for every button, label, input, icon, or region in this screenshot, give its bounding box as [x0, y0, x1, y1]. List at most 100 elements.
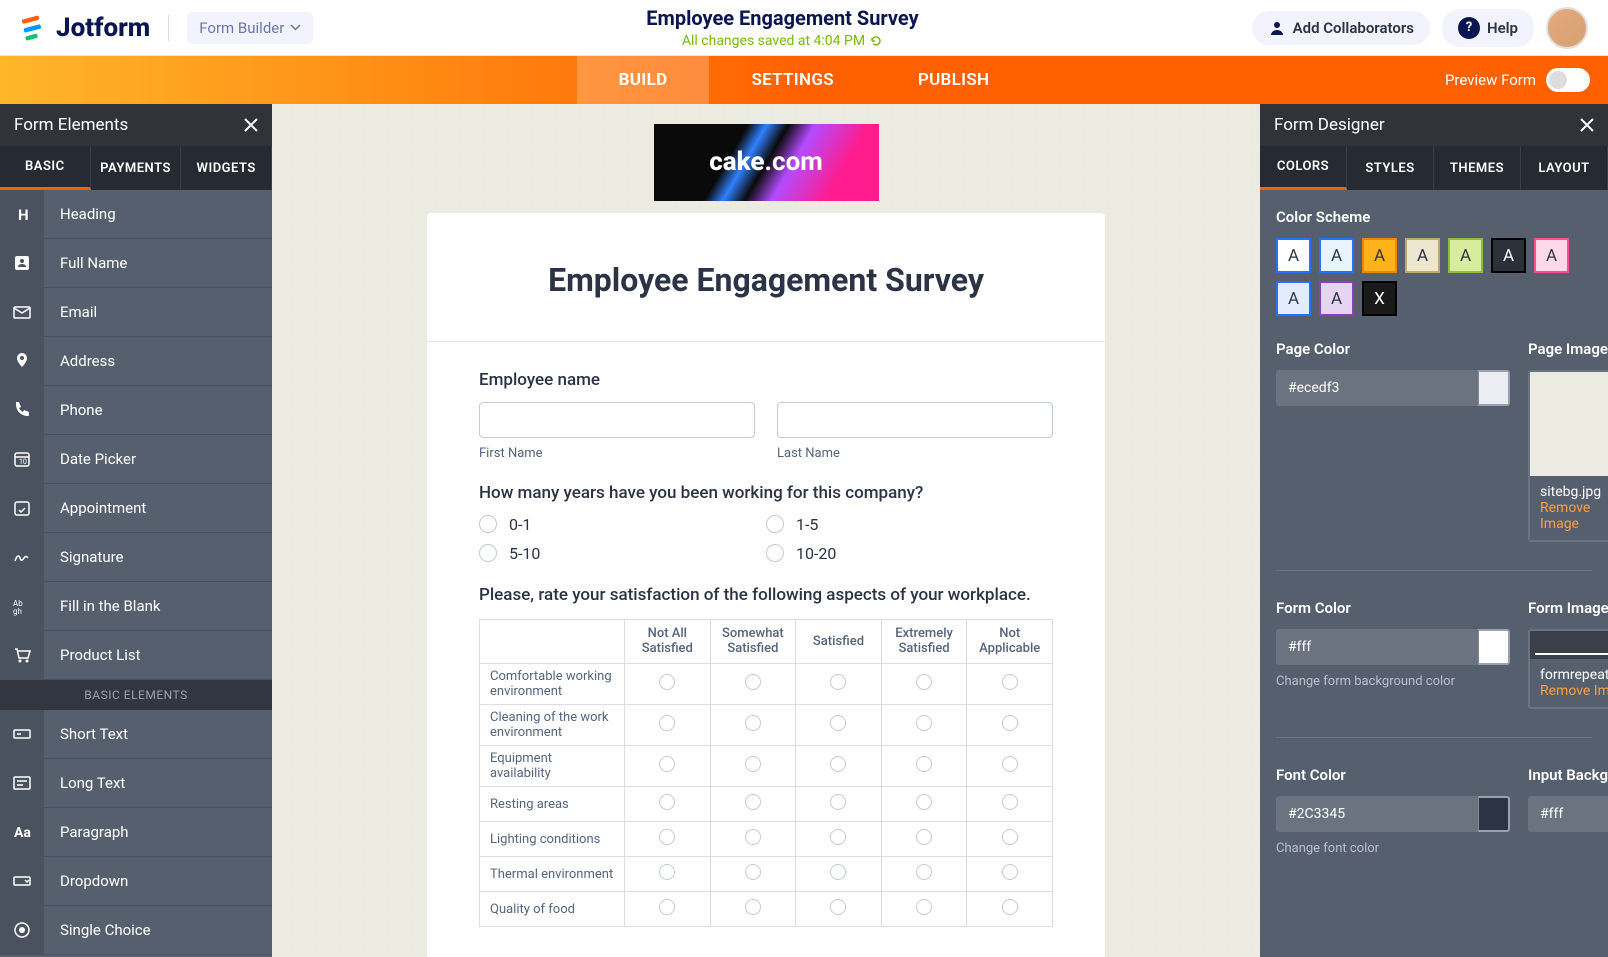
remove-form-image-link[interactable]: Remove Image: [1540, 683, 1608, 699]
radio-option[interactable]: 1-5: [766, 515, 1053, 534]
right-tab-styles[interactable]: STYLES: [1347, 146, 1434, 190]
color-swatch[interactable]: A: [1448, 238, 1483, 273]
element-short-text[interactable]: Short Text: [0, 710, 272, 759]
matrix-cell[interactable]: [710, 787, 796, 822]
form-color-field[interactable]: [1276, 629, 1478, 665]
matrix-cell[interactable]: [881, 705, 967, 746]
element-full-name[interactable]: Full Name: [0, 239, 272, 288]
element-phone[interactable]: Phone: [0, 386, 272, 435]
element-heading[interactable]: HHeading: [0, 190, 272, 239]
toggle-switch[interactable]: [1546, 68, 1590, 92]
color-swatch[interactable]: A: [1405, 238, 1440, 273]
matrix-cell[interactable]: [881, 787, 967, 822]
element-email[interactable]: Email: [0, 288, 272, 337]
right-tab-layout[interactable]: LAYOUT: [1521, 146, 1608, 190]
preview-form-toggle[interactable]: Preview Form: [1445, 68, 1590, 92]
radio-option[interactable]: 10-20: [766, 544, 1053, 563]
matrix-cell[interactable]: [625, 787, 711, 822]
matrix-cell[interactable]: [796, 787, 882, 822]
color-swatch[interactable]: A: [1319, 281, 1354, 316]
color-chip[interactable]: [1478, 629, 1510, 665]
matrix-cell[interactable]: [796, 705, 882, 746]
page-color-input[interactable]: [1276, 370, 1510, 406]
form-logo-image[interactable]: cake.com: [654, 124, 879, 201]
radio-option[interactable]: 5-10: [479, 544, 766, 563]
color-swatch[interactable]: A: [1362, 238, 1397, 273]
matrix-cell[interactable]: [710, 892, 796, 927]
right-tab-colors[interactable]: COLORS: [1260, 146, 1347, 190]
matrix-cell[interactable]: [967, 857, 1053, 892]
add-collaborators-button[interactable]: Add Collaborators: [1252, 11, 1430, 45]
matrix-cell[interactable]: [881, 746, 967, 787]
matrix-cell[interactable]: [625, 705, 711, 746]
tab-publish[interactable]: PUBLISH: [876, 56, 1031, 104]
page-image-box[interactable]: sitebg.jpg Remove Image: [1528, 370, 1608, 542]
element-date-picker[interactable]: 10Date Picker: [0, 435, 272, 484]
matrix-cell[interactable]: [967, 746, 1053, 787]
close-icon[interactable]: [1576, 114, 1598, 136]
undo-icon[interactable]: [869, 34, 883, 48]
matrix-cell[interactable]: [796, 664, 882, 705]
input-bg-field[interactable]: [1528, 796, 1608, 832]
tab-build[interactable]: BUILD: [577, 56, 710, 104]
form-image-box[interactable]: formrepeat.png Remove Image: [1528, 629, 1608, 709]
matrix-cell[interactable]: [881, 822, 967, 857]
matrix-cell[interactable]: [625, 892, 711, 927]
element-single-choice[interactable]: Single Choice: [0, 906, 272, 955]
matrix-cell[interactable]: [625, 857, 711, 892]
element-appointment[interactable]: Appointment: [0, 484, 272, 533]
avatar[interactable]: [1546, 7, 1588, 49]
element-fill-in-the-blank[interactable]: AbghFill in the Blank: [0, 582, 272, 631]
matrix-cell[interactable]: [625, 746, 711, 787]
matrix-cell[interactable]: [967, 787, 1053, 822]
element-dropdown[interactable]: Dropdown: [0, 857, 272, 906]
tab-settings[interactable]: SETTINGS: [709, 56, 875, 104]
color-swatch[interactable]: A: [1319, 238, 1354, 273]
matrix-cell[interactable]: [710, 746, 796, 787]
matrix-cell[interactable]: [967, 892, 1053, 927]
matrix-cell[interactable]: [967, 705, 1053, 746]
right-tab-themes[interactable]: THEMES: [1434, 146, 1521, 190]
element-signature[interactable]: Signature: [0, 533, 272, 582]
matrix-cell[interactable]: [796, 857, 882, 892]
help-button[interactable]: ? Help: [1442, 9, 1534, 47]
left-tab-payments[interactable]: PAYMENTS: [91, 146, 182, 190]
matrix-cell[interactable]: [796, 746, 882, 787]
matrix-cell[interactable]: [710, 822, 796, 857]
matrix-cell[interactable]: [796, 822, 882, 857]
matrix-cell[interactable]: [881, 892, 967, 927]
matrix-cell[interactable]: [710, 705, 796, 746]
element-long-text[interactable]: Long Text: [0, 759, 272, 808]
remove-page-image-link[interactable]: Remove Image: [1540, 500, 1601, 532]
left-tab-widgets[interactable]: WIDGETS: [181, 146, 272, 190]
last-name-input[interactable]: [777, 402, 1053, 438]
font-color-input[interactable]: [1276, 796, 1510, 832]
page-color-field[interactable]: [1276, 370, 1478, 406]
matrix-cell[interactable]: [967, 664, 1053, 705]
form-color-input[interactable]: [1276, 629, 1510, 665]
color-chip[interactable]: [1478, 370, 1510, 406]
element-product-list[interactable]: Product List: [0, 631, 272, 680]
matrix-cell[interactable]: [967, 822, 1053, 857]
radio-option[interactable]: 0-1: [479, 515, 766, 534]
input-bg-input[interactable]: [1528, 796, 1608, 832]
logo-block[interactable]: Jotform: [20, 13, 150, 43]
font-color-field[interactable]: [1276, 796, 1478, 832]
close-icon[interactable]: [240, 114, 262, 136]
color-swatch[interactable]: A: [1276, 281, 1311, 316]
matrix-cell[interactable]: [710, 664, 796, 705]
color-chip[interactable]: [1478, 796, 1510, 832]
first-name-input[interactable]: [479, 402, 755, 438]
color-swatch[interactable]: A: [1491, 238, 1526, 273]
form-builder-dropdown[interactable]: Form Builder: [187, 12, 313, 44]
color-swatch[interactable]: X: [1362, 281, 1397, 316]
matrix-cell[interactable]: [881, 857, 967, 892]
matrix-cell[interactable]: [796, 892, 882, 927]
matrix-cell[interactable]: [710, 857, 796, 892]
matrix-cell[interactable]: [625, 822, 711, 857]
matrix-cell[interactable]: [881, 664, 967, 705]
left-tab-basic[interactable]: BASIC: [0, 146, 91, 190]
color-swatch[interactable]: A: [1276, 238, 1311, 273]
element-address[interactable]: Address: [0, 337, 272, 386]
element-paragraph[interactable]: AaParagraph: [0, 808, 272, 857]
